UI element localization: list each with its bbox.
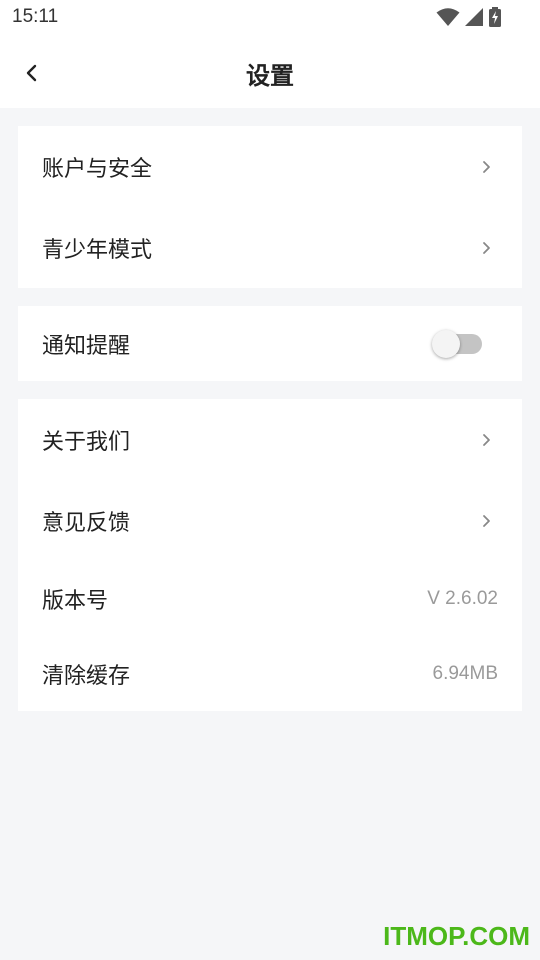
teen-mode-label: 青少年模式 bbox=[42, 237, 153, 263]
chevron-right-icon bbox=[483, 160, 490, 173]
chevron-right-icon bbox=[483, 433, 490, 446]
header: 设置 bbox=[0, 36, 540, 108]
wifi-icon bbox=[436, 8, 460, 26]
battery-charging-icon bbox=[489, 7, 501, 27]
status-bar: 15:11 bbox=[0, 0, 540, 36]
account-security-label: 账户与安全 bbox=[42, 156, 153, 182]
clear-cache-item[interactable]: 清除缓存 6.94MB bbox=[18, 637, 522, 711]
cache-size-value: 6.94MB bbox=[432, 663, 498, 684]
version-item: 版本号 V 2.6.02 bbox=[18, 561, 522, 637]
notification-toggle[interactable] bbox=[432, 329, 482, 358]
settings-group-notification: 通知提醒 bbox=[18, 306, 522, 381]
chevron-right-icon bbox=[483, 514, 490, 527]
teen-mode-item[interactable]: 青少年模式 bbox=[18, 207, 522, 288]
version-label: 版本号 bbox=[42, 589, 109, 614]
page-title: 设置 bbox=[246, 62, 294, 90]
account-security-item[interactable]: 账户与安全 bbox=[18, 126, 522, 207]
status-icons bbox=[436, 7, 502, 27]
chevron-right-icon bbox=[483, 241, 490, 254]
settings-group-about: 关于我们 意见反馈 版本号 V 2.6.02 清除缓存 6.94MB bbox=[18, 399, 522, 711]
about-us-item[interactable]: 关于我们 bbox=[18, 399, 522, 480]
version-value: V 2.6.02 bbox=[427, 588, 498, 609]
settings-group-account: 账户与安全 青少年模式 bbox=[18, 126, 522, 288]
notification-item: 通知提醒 bbox=[18, 306, 522, 381]
status-time: 15:11 bbox=[12, 6, 59, 27]
signal-icon bbox=[465, 8, 483, 26]
watermark: ITMOP.COM bbox=[383, 921, 530, 951]
feedback-label: 意见反馈 bbox=[42, 510, 131, 536]
notification-label: 通知提醒 bbox=[42, 333, 131, 359]
toggle-thumb bbox=[432, 329, 460, 358]
about-us-label: 关于我们 bbox=[42, 429, 131, 455]
feedback-item[interactable]: 意见反馈 bbox=[18, 480, 522, 561]
clear-cache-label: 清除缓存 bbox=[42, 664, 131, 689]
